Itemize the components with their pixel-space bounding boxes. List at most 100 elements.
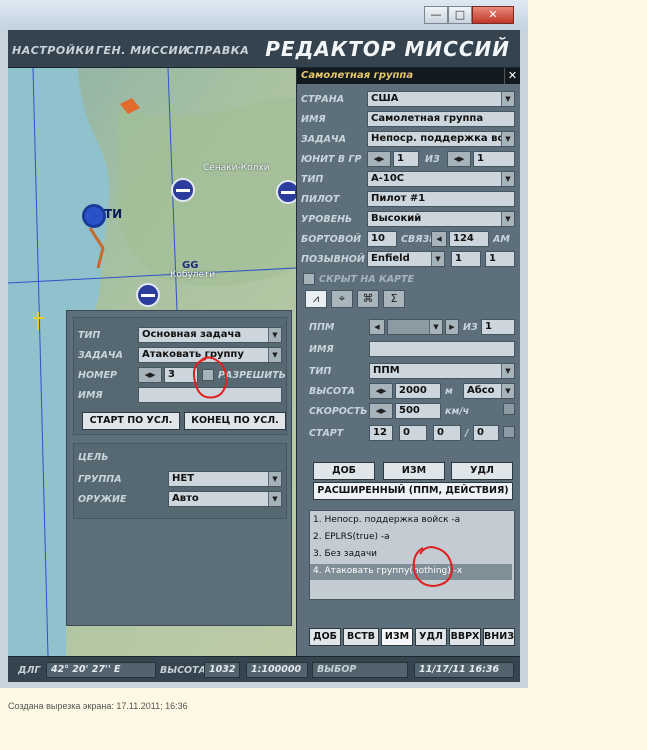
menu-help[interactable]: СПРАВКА [186, 44, 249, 57]
action-name-input[interactable] [138, 387, 282, 403]
skill-level-select[interactable]: Высокий ▼ [367, 211, 515, 227]
list-item[interactable]: 1. Непоср. поддержка войск -a [313, 515, 460, 525]
callsign-select[interactable]: Enfield ▼ [367, 251, 445, 267]
start-day-input[interactable]: 12 [369, 425, 393, 441]
tab-insert[interactable]: ВСТВ [343, 628, 379, 646]
country-label: СТРАНА [301, 94, 345, 105]
action-settings-box: ТИП Основная задача ▼ ЗАДАЧА Атаковать гр… [73, 317, 287, 435]
action-number-stepper[interactable]: ◀▶ [138, 367, 162, 383]
aircraft-group-label: ТИ [104, 207, 123, 221]
list-item[interactable]: 3. Без задачи [313, 549, 377, 559]
country-select[interactable]: США ▼ [367, 91, 515, 107]
tab-up[interactable]: ВВРХ [449, 628, 481, 646]
waypoint-name-input[interactable] [369, 341, 515, 357]
start-hour-input[interactable]: 0 [399, 425, 427, 441]
pilot-input[interactable]: Пилот #1 [367, 191, 515, 207]
window-titlebar: — □ ✕ [0, 0, 528, 30]
aircraft-group-icon[interactable] [82, 204, 106, 228]
longitude-value: 42° 20' 27'' E [46, 662, 156, 678]
action-number-label: НОМЕР [78, 370, 117, 381]
map-town-senaki: Сенаки-Колхи [203, 163, 270, 173]
waypoint-name-label: ИМЯ [309, 344, 334, 355]
edit-action-button[interactable]: ИЗМ [383, 462, 445, 480]
tab-down[interactable]: ВНИЗ [483, 628, 515, 646]
speed-lock-checkbox[interactable] [503, 403, 515, 415]
action-type-select[interactable]: Основная задача ▼ [138, 327, 282, 343]
summary-tab-icon[interactable]: Σ [383, 290, 405, 308]
aircraft-group-panel: Самолетная группа ✕ СТРАНА США ▼ ИМЯ Само… [296, 68, 520, 656]
mission-datetime: 11/17/11 16:36 [414, 662, 514, 678]
waypoint-select[interactable]: ▼ [387, 319, 443, 335]
tab-delete[interactable]: УДЛ [415, 628, 447, 646]
type-label: ТИП [301, 174, 324, 185]
payload-tab-icon[interactable]: ⌘ [357, 290, 379, 308]
unit-stepper[interactable]: ◀▶ [367, 151, 391, 167]
maximize-button[interactable]: □ [448, 6, 472, 24]
map-town-kobuleti: Кобулети [170, 270, 216, 280]
hidden-on-map-checkbox[interactable] [303, 273, 315, 285]
target-group-select[interactable]: НЕТ ▼ [168, 471, 282, 487]
waypoint-next[interactable]: ▶ [445, 319, 459, 335]
group-name-input[interactable]: Самолетная группа [367, 111, 515, 127]
allow-checkbox[interactable] [202, 369, 214, 381]
menu-settings[interactable]: НАСТРОЙКИ [12, 44, 95, 57]
minimize-button[interactable]: — [424, 6, 448, 24]
enemy-unit-icon[interactable] [136, 283, 160, 307]
altitude-label: ВЫСОТА [309, 386, 355, 397]
panel-close-button[interactable]: ✕ [504, 68, 520, 84]
editor-tabs: ⩘ ⌖ ⌘ Σ [305, 290, 409, 308]
weapon-select[interactable]: Авто ▼ [168, 491, 282, 507]
of-label: ИЗ [425, 154, 440, 165]
end-condition-button[interactable]: КОНЕЦ ПО УСЛ. [184, 412, 286, 430]
extended-mode-button[interactable]: РАСШИРЕННЫЙ (ППМ, ДЕЙСТВИЯ) [313, 482, 513, 500]
chevron-down-icon: ▼ [501, 212, 514, 226]
of-stepper[interactable]: ◀▶ [447, 151, 471, 167]
close-window-button[interactable]: ✕ [472, 6, 514, 24]
list-item[interactable]: 2. EPLRS(true) -a [313, 532, 390, 542]
route-tab-icon[interactable]: ⩘ [305, 290, 327, 308]
actions-list[interactable]: 1. Непоср. поддержка войск -a 2. EPLRS(t… [309, 510, 515, 600]
start-second-input[interactable]: 0 [473, 425, 499, 441]
start-time-checkbox[interactable] [503, 426, 515, 438]
chevron-down-icon: ▼ [501, 92, 514, 106]
radio-frequency-input[interactable]: 124 [449, 231, 489, 247]
start-minute-input[interactable]: 0 [433, 425, 461, 441]
enemy-unit-icon[interactable] [171, 178, 195, 202]
waypoint-type-select[interactable]: ППМ ▼ [369, 363, 515, 379]
chevron-down-icon: ▼ [268, 492, 281, 506]
tab-add[interactable]: ДОБ [309, 628, 341, 646]
chevron-down-icon: ▼ [501, 172, 514, 186]
unit-label: ЮНИТ В ГР [301, 154, 362, 165]
tab-edit[interactable]: ИЗМ [381, 628, 413, 646]
altitude-input[interactable]: 2000 [395, 383, 441, 399]
menu-gen-missions[interactable]: ГЕН. МИССИИ [96, 44, 188, 57]
chevron-down-icon: ▼ [501, 364, 514, 378]
altitude-mode-select[interactable]: Абсо ▼ [463, 383, 515, 399]
altitude-stepper[interactable]: ◀▶ [369, 383, 393, 399]
aircraft-type-select[interactable]: A-10C ▼ [367, 171, 515, 187]
waypoint-of-label: ИЗ [463, 322, 478, 333]
unit-value[interactable]: 1 [393, 151, 419, 167]
allow-label: РАЗРЕШИТЬ [218, 370, 286, 381]
speed-input[interactable]: 500 [395, 403, 441, 419]
of-value[interactable]: 1 [473, 151, 515, 167]
target-tab-icon[interactable]: ⌖ [331, 290, 353, 308]
waypoint-prev[interactable]: ◀ [369, 319, 385, 335]
list-item-selected[interactable]: 4. Атаковать группу(nothing) -x [310, 564, 512, 580]
callsign-number-2[interactable]: 1 [485, 251, 515, 267]
add-action-button[interactable]: ДОБ [313, 462, 375, 480]
start-condition-button[interactable]: СТАРТ ПО УСЛ. [82, 412, 180, 430]
callsign-number-1[interactable]: 1 [451, 251, 481, 267]
speed-stepper[interactable]: ◀▶ [369, 403, 393, 419]
task-select[interactable]: Непоср. поддержка войск ▼ [367, 131, 515, 147]
board-number-input[interactable]: 10 [367, 231, 397, 247]
delete-action-button[interactable]: УДЛ [451, 462, 513, 480]
chevron-down-icon: ▼ [501, 132, 514, 146]
screenshot-caption: Создана вырезка экрана: 17.11.2011; 16:3… [8, 701, 188, 711]
radio-band-label: AM [493, 234, 510, 245]
action-number-input[interactable]: 3 [164, 367, 198, 383]
action-task-select[interactable]: Атаковать группу ▼ [138, 347, 282, 363]
chevron-down-icon: ▼ [268, 328, 281, 342]
radio-stepper[interactable]: ◀ [431, 231, 447, 247]
chevron-down-icon: ▼ [268, 348, 281, 362]
